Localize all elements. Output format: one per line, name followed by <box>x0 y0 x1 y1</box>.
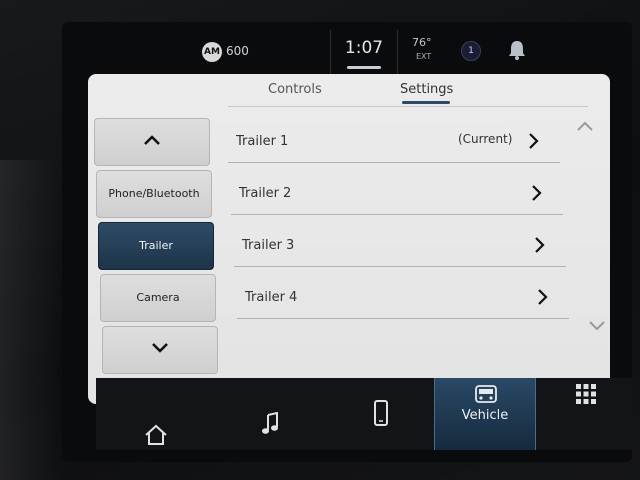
chevron-up-icon <box>144 135 160 145</box>
sidebar-scroll-up-button[interactable] <box>94 118 210 166</box>
phone-icon <box>374 400 388 426</box>
chevron-down-icon <box>152 343 168 353</box>
nav-phone[interactable] <box>331 378 431 450</box>
active-tab-indicator <box>402 101 450 104</box>
outside-temperature: 76° <box>412 36 432 49</box>
trailer-label: Trailer 1 <box>236 134 289 149</box>
nav-vehicle-label: Vehicle <box>461 408 509 423</box>
radio-band-badge[interactable]: AM <box>202 42 222 62</box>
chevron-right-icon <box>535 237 545 253</box>
trailer-row-1[interactable]: Trailer 1 (Current) <box>228 120 560 168</box>
sidebar-scroll-down-button[interactable] <box>102 326 218 374</box>
trailer-label: Trailer 4 <box>245 290 298 305</box>
list-scroll-up-icon[interactable] <box>576 120 594 132</box>
nav-media[interactable] <box>221 378 321 450</box>
trailer-label: Trailer 3 <box>242 238 295 253</box>
vehicle-icon <box>475 385 497 403</box>
bezel-reflection <box>0 160 60 480</box>
settings-panel: Controls Settings Phone/Bluetooth Traile… <box>88 74 610 404</box>
row-divider <box>237 318 569 319</box>
clock-box[interactable]: 1:07 <box>330 30 398 74</box>
nav-vehicle[interactable]: Vehicle <box>434 378 536 450</box>
radio-frequency[interactable]: 600 <box>226 44 249 58</box>
status-bar: AM 600 1:07 76° EXT 1 <box>78 28 618 74</box>
trailer-row-2[interactable]: Trailer 2 <box>231 172 563 220</box>
nav-home[interactable] <box>106 378 206 450</box>
nav-apps[interactable] <box>536 378 636 450</box>
row-divider <box>234 266 566 267</box>
tab-divider <box>228 106 588 107</box>
sidebar-item-camera[interactable]: Camera <box>100 274 216 322</box>
row-divider <box>231 214 563 215</box>
home-icon <box>145 424 167 445</box>
chevron-right-icon <box>532 185 542 201</box>
chevron-right-icon <box>529 133 539 149</box>
notification-bell-icon[interactable] <box>506 38 528 62</box>
trailer-label: Trailer 2 <box>239 186 292 201</box>
alert-icon[interactable]: 1 <box>461 41 481 61</box>
trailer-row-4[interactable]: Trailer 4 <box>237 276 569 324</box>
list-scroll-down-icon[interactable] <box>588 320 606 332</box>
chevron-right-icon <box>538 289 548 305</box>
row-divider <box>228 162 560 163</box>
sidebar-item-trailer[interactable]: Trailer <box>98 222 214 270</box>
clock-underline <box>347 66 381 69</box>
apps-grid-icon <box>576 384 596 404</box>
tab-settings[interactable]: Settings <box>400 82 453 97</box>
music-icon <box>262 412 278 434</box>
tab-controls[interactable]: Controls <box>268 82 322 97</box>
sidebar-item-phone-bluetooth[interactable]: Phone/Bluetooth <box>96 170 212 218</box>
trailer-row-3[interactable]: Trailer 3 <box>234 224 566 272</box>
bottom-navigation: Vehicle <box>96 378 632 450</box>
temperature-label: EXT <box>416 52 432 61</box>
clock-time: 1:07 <box>344 38 384 58</box>
current-trailer-status: (Current) <box>458 132 513 146</box>
